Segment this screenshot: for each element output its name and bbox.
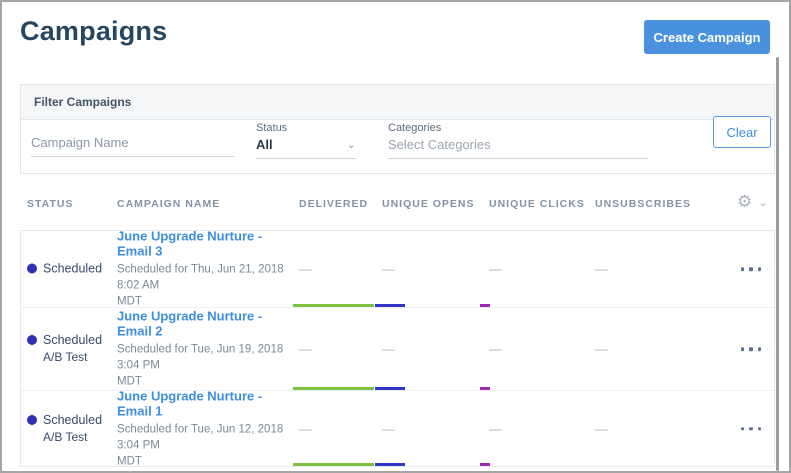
scheduled-status-dot-icon (27, 415, 37, 425)
campaigns-table: Scheduled June Upgrade Nurture - Email 3… (20, 230, 775, 467)
column-header-status: Status (27, 198, 73, 210)
unique-opens-stat-bar (375, 387, 405, 390)
status-cell: Scheduled A/B Test (27, 412, 113, 446)
chevron-down-icon: ⌄ (758, 196, 767, 209)
filter-panel: Filter Campaigns Campaign Name Status Al… (20, 84, 775, 174)
unique-clicks-value: — (489, 262, 502, 277)
table-row: Scheduled A/B Test June Upgrade Nurture … (21, 308, 774, 391)
row-actions-menu-icon[interactable] (741, 263, 762, 275)
row-actions-menu-icon[interactable] (741, 423, 762, 435)
status-cell: Scheduled (27, 261, 113, 278)
unique-opens-stat-bar (375, 463, 405, 466)
status-field-label: Status (256, 122, 356, 134)
status-field[interactable]: Status All ⌄ (256, 122, 356, 159)
campaign-cell: June Upgrade Nurture - Email 1 Scheduled… (117, 388, 299, 469)
delivered-value: — (299, 262, 312, 277)
vertical-scrollbar[interactable] (776, 57, 779, 471)
clear-filters-button[interactable]: Clear (713, 116, 771, 148)
unsubscribes-value: — (595, 421, 608, 436)
unique-opens-value: — (382, 342, 395, 357)
table-row: Scheduled June Upgrade Nurture - Email 3… (21, 231, 774, 308)
campaign-name-link[interactable]: June Upgrade Nurture - Email 1 (117, 388, 299, 418)
campaign-cell: June Upgrade Nurture - Email 3 Scheduled… (117, 229, 299, 310)
campaigns-page: Campaigns Create Campaign Filter Campaig… (0, 0, 791, 473)
column-header-campaign-name: Campaign Name (117, 198, 220, 210)
campaign-cell: June Upgrade Nurture - Email 2 Scheduled… (117, 309, 299, 390)
campaign-name-link[interactable]: June Upgrade Nurture - Email 3 (117, 229, 299, 259)
column-header-delivered: Delivered (299, 198, 368, 210)
campaign-schedule-text: Scheduled for Tue, Jun 12, 2018 3:04 PM … (117, 421, 299, 469)
unsubscribes-value: — (595, 262, 608, 277)
table-row: Scheduled A/B Test June Upgrade Nurture … (21, 391, 774, 466)
delivered-value: — (299, 421, 312, 436)
delivered-value: — (299, 342, 312, 357)
unique-opens-value: — (382, 421, 395, 436)
filter-panel-title: Filter Campaigns (21, 85, 774, 120)
status-sublabel: A/B Test (43, 430, 87, 444)
status-select-value: All (256, 137, 273, 152)
chevron-down-icon: ⌄ (347, 138, 356, 151)
campaign-schedule-text: Scheduled for Thu, Jun 21, 2018 8:02 AM … (117, 262, 299, 310)
column-header-unique-opens: Unique Opens (382, 198, 475, 210)
create-campaign-button[interactable]: Create Campaign (644, 20, 770, 54)
campaign-schedule-text: Scheduled for Tue, Jun 19, 2018 3:04 PM … (117, 342, 299, 390)
categories-field[interactable]: Categories Select Categories (388, 122, 648, 159)
campaign-name-input[interactable]: Campaign Name (31, 135, 234, 157)
gear-icon[interactable]: ⚙ (737, 192, 752, 212)
delivered-stat-bar (293, 387, 374, 390)
categories-field-label: Categories (388, 122, 648, 134)
status-label: Scheduled (43, 333, 102, 347)
delivered-stat-bar (293, 304, 374, 307)
column-header-unique-clicks: Unique Clicks (489, 198, 585, 210)
table-settings-menu[interactable]: ⚙ ⌄ (737, 192, 767, 212)
unique-clicks-value: — (489, 342, 502, 357)
campaign-name-link[interactable]: June Upgrade Nurture - Email 2 (117, 309, 299, 339)
unique-opens-value: — (382, 262, 395, 277)
status-label: Scheduled (43, 262, 102, 276)
column-header-unsubscribes: Unsubscribes (595, 198, 691, 210)
scheduled-status-dot-icon (27, 264, 37, 274)
filter-body: Campaign Name Status All ⌄ Categories Se… (21, 120, 774, 173)
campaign-name-field[interactable]: Campaign Name (31, 135, 234, 157)
unique-clicks-stat-bar (480, 387, 490, 390)
delivered-stat-bar (293, 463, 374, 466)
unique-clicks-value: — (489, 421, 502, 436)
unique-clicks-stat-bar (480, 304, 490, 307)
status-sublabel: A/B Test (43, 350, 87, 364)
categories-input[interactable]: Select Categories (388, 137, 648, 159)
unique-opens-stat-bar (375, 304, 405, 307)
page-title: Campaigns (20, 16, 167, 47)
row-actions-menu-icon[interactable] (741, 343, 762, 355)
unique-clicks-stat-bar (480, 463, 490, 466)
status-cell: Scheduled A/B Test (27, 332, 113, 366)
table-header: Status Campaign Name Delivered Unique Op… (2, 198, 789, 214)
unsubscribes-value: — (595, 342, 608, 357)
scheduled-status-dot-icon (27, 335, 37, 345)
status-label: Scheduled (43, 413, 102, 427)
status-select[interactable]: All ⌄ (256, 137, 356, 159)
